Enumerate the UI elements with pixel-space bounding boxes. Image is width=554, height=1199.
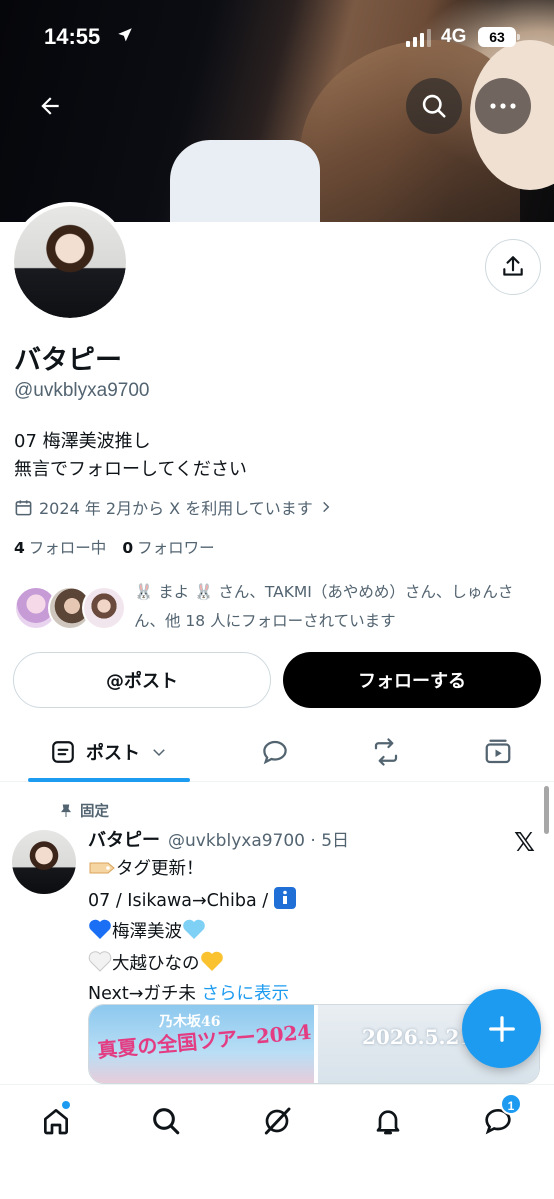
battery-icon: 63 — [478, 27, 520, 47]
search-icon — [153, 1108, 180, 1135]
messages-badge: 1 — [500, 1093, 522, 1115]
status-bar: 14:55 4G 63 — [0, 0, 554, 74]
replies-icon — [263, 740, 287, 765]
followers-count: 0 — [122, 539, 134, 557]
white-heart-icon — [88, 950, 112, 982]
profile-name: バタピー — [14, 345, 122, 376]
followers-label: フォロワー — [137, 539, 215, 557]
followers-link[interactable]: 0 フォロワー — [122, 536, 214, 558]
calendar-icon — [15, 499, 32, 515]
search-button[interactable] — [406, 78, 462, 134]
tab-reposts[interactable] — [361, 722, 411, 782]
location-arrow-icon — [118, 28, 132, 42]
post-line: タグ更新！ — [116, 859, 204, 879]
grok-icon — [264, 1107, 291, 1135]
signal-icon — [406, 29, 431, 47]
chevron-right-icon — [322, 501, 330, 513]
tab-replies[interactable] — [250, 722, 300, 782]
home-notification-dot — [62, 1101, 70, 1109]
nav-home[interactable] — [34, 1099, 78, 1143]
post-meta: @uvkblyxa9700 · 5日 — [168, 831, 350, 851]
scrollbar[interactable] — [544, 786, 549, 834]
tab-posts-label: ポスト — [86, 743, 140, 764]
post-author-name[interactable]: バタピー — [88, 826, 160, 852]
followed-by[interactable]: 🐰 まよ 🐰 さん、TAKMI（あやめめ）さん、しゅんさん、他 18 人にフォロ… — [14, 578, 544, 634]
nav-messages[interactable]: 1 — [476, 1093, 522, 1143]
follow-button[interactable]: フォローする — [283, 652, 541, 708]
bio-line: 07 梅澤美波推し — [14, 431, 151, 452]
profile-avatar[interactable] — [10, 202, 130, 322]
home-icon — [44, 1109, 68, 1135]
banner-image-shirt — [170, 140, 320, 222]
blue-heart-icon — [88, 918, 112, 950]
media-right-caption: 2026.5.21 — [362, 1025, 474, 1049]
media-icon — [485, 739, 511, 764]
bio-line: 無言でフォローしてください — [14, 459, 247, 480]
follower-avatar — [82, 586, 126, 630]
profile-bio: 07 梅澤美波推し 無言でフォローしてください — [14, 428, 247, 484]
profile-tabs: ポスト — [0, 722, 554, 782]
back-button[interactable] — [22, 78, 78, 134]
post-text[interactable]: タグ更新！ 07 / Isikawa→Chiba / 梅澤美波 大越ひなの Ne… — [88, 856, 296, 1009]
status-time: 14:55 — [44, 24, 101, 49]
tab-posts[interactable]: ポスト — [28, 722, 190, 782]
reposts-icon — [374, 738, 398, 766]
post-line: 大越ひなの — [112, 953, 200, 974]
plus-icon — [488, 1015, 515, 1042]
post-line: Next→ガチ未 — [88, 984, 196, 1004]
avatar-image — [14, 206, 126, 318]
arrow-left-icon — [41, 97, 59, 115]
pinned-text: 固定 — [80, 804, 109, 820]
following-link[interactable]: 4 フォロー中 — [14, 536, 106, 558]
active-tab-indicator — [28, 778, 190, 782]
post-header: バタピー @uvkblyxa9700 · 5日 — [88, 826, 349, 852]
pin-icon — [61, 804, 71, 817]
nav-search[interactable] — [144, 1099, 188, 1143]
joined-date[interactable]: 2024 年 2月から X を利用しています — [14, 495, 333, 519]
following-count: 4 — [14, 539, 25, 557]
nav-grok[interactable] — [255, 1099, 299, 1143]
media-image-left[interactable]: 乃木坂46 真夏の全国ツアー2024 — [89, 1005, 314, 1083]
following-label: フォロー中 — [28, 539, 107, 557]
followed-by-avatars — [14, 586, 126, 630]
share-icon — [503, 256, 523, 276]
profile-handle: @uvkblyxa9700 — [14, 380, 150, 401]
pinned-label: 固定 — [58, 800, 109, 821]
network-type: 4G — [441, 26, 467, 47]
more-icon — [490, 103, 516, 109]
more-button[interactable] — [475, 78, 531, 134]
mention-post-button[interactable]: @ポスト — [13, 652, 271, 708]
show-more-link[interactable]: さらに表示 — [202, 984, 290, 1004]
bell-icon — [376, 1110, 400, 1135]
yellow-heart-icon — [200, 950, 224, 982]
chevron-down-icon — [153, 749, 165, 757]
share-button[interactable] — [485, 239, 541, 295]
post-line: 梅澤美波 — [112, 922, 182, 942]
nav-notifications[interactable] — [366, 1099, 410, 1143]
compose-button[interactable] — [462, 989, 541, 1068]
post-author-avatar[interactable] — [12, 830, 76, 894]
tag-icon — [88, 859, 116, 887]
follow-stats: 4 フォロー中 0 フォロワー — [14, 536, 215, 558]
x-logo-icon[interactable]: 𝕏 — [514, 828, 535, 858]
light-blue-heart-icon — [182, 918, 206, 950]
followed-by-text: 🐰 まよ 🐰 さん、TAKMI（あやめめ）さん、しゅんさん、他 18 人にフォロ… — [134, 583, 514, 630]
search-icon — [422, 94, 446, 118]
information-icon — [273, 886, 296, 919]
bottom-nav: 1 — [0, 1084, 554, 1199]
joined-text: 2024 年 2月から X を利用しています — [39, 499, 313, 518]
posts-icon — [52, 741, 74, 763]
tab-media[interactable] — [473, 722, 523, 782]
post-line: 07 / Isikawa→Chiba / — [88, 890, 274, 911]
